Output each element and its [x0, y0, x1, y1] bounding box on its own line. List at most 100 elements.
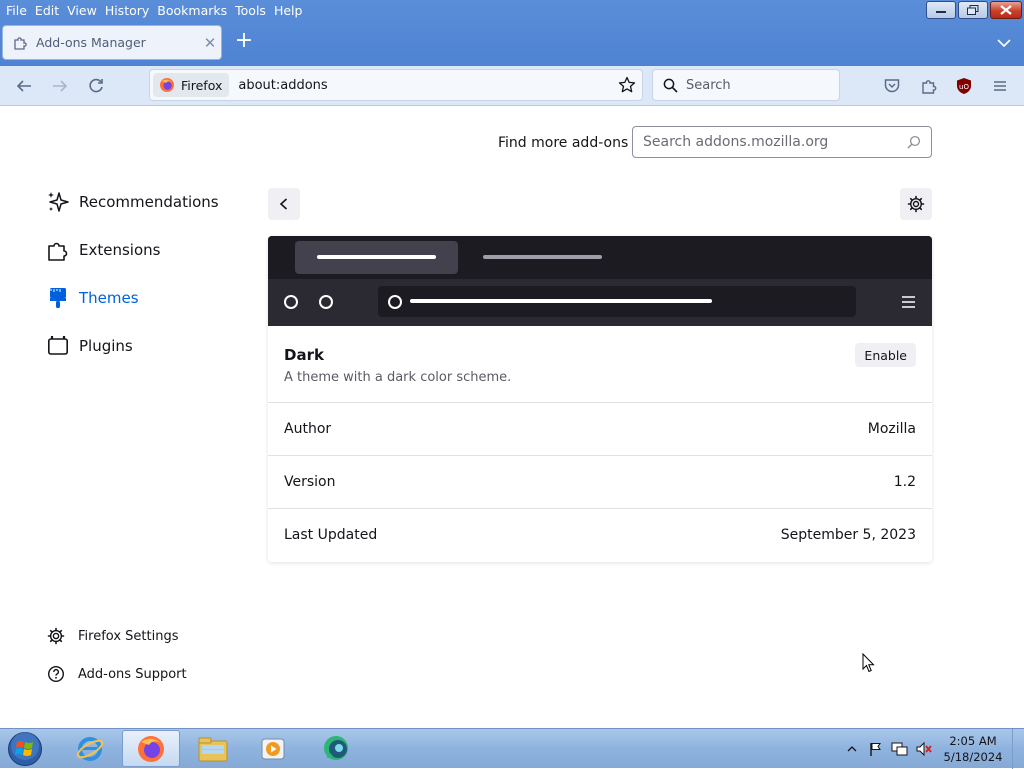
menu-file[interactable]: File [4, 3, 33, 18]
taskbar-file-explorer[interactable] [184, 730, 242, 767]
find-more-label: Find more add-ons [498, 135, 629, 151]
taskbar-clock[interactable]: 2:05 AM 5/18/2024 [940, 733, 1006, 765]
search-bar-placeholder: Search [686, 77, 731, 93]
action-center-flag-icon[interactable] [866, 739, 886, 759]
show-desktop-button[interactable] [1012, 729, 1024, 769]
detail-label: Author [284, 421, 332, 437]
category-label: Plugins [79, 337, 133, 355]
start-button[interactable] [5, 730, 45, 768]
close-button[interactable] [990, 1, 1022, 19]
bookmark-star-button[interactable] [612, 76, 642, 94]
puzzle-icon [46, 238, 70, 262]
search-bar[interactable]: Search [652, 69, 840, 101]
pocket-icon [884, 79, 900, 93]
reload-button[interactable] [83, 74, 109, 98]
amo-search-input[interactable]: Search addons.mozilla.org [632, 126, 932, 158]
menu-edit[interactable]: Edit [33, 3, 65, 18]
preview-tabstrip [268, 236, 932, 279]
tray-expand-icon[interactable] [842, 739, 862, 759]
pocket-button[interactable] [880, 74, 904, 98]
detail-row-author: Author Mozilla [268, 402, 932, 455]
mouse-cursor-icon [862, 653, 875, 673]
sparkle-icon [46, 190, 70, 214]
new-tab-button[interactable]: + [232, 30, 256, 54]
arrow-left-icon [16, 80, 31, 92]
identity-box[interactable]: Firefox [153, 73, 230, 97]
firefox-icon [138, 735, 164, 762]
addons-support-link[interactable]: Add-ons Support [47, 665, 187, 683]
star-icon [618, 76, 636, 93]
menu-history[interactable]: History [103, 3, 155, 18]
menu-bar: File Edit View History Bookmarks Tools H… [0, 0, 920, 20]
restore-button[interactable] [958, 1, 988, 19]
category-themes[interactable]: Themes [46, 286, 139, 310]
paintbrush-icon [46, 286, 70, 310]
restore-icon [967, 5, 979, 15]
preview-circle [319, 295, 333, 309]
url-bar[interactable]: Firefox about:addons [149, 69, 643, 101]
chevron-left-icon [279, 198, 288, 210]
window-controls [926, 1, 1022, 19]
category-recommendations[interactable]: Recommendations [46, 190, 219, 214]
forward-button[interactable] [47, 74, 73, 98]
chevron-down-icon [997, 39, 1011, 48]
hamburger-menu-icon [902, 296, 915, 308]
volume-muted-icon[interactable] [914, 739, 934, 759]
chat-app-icon [324, 735, 348, 760]
hamburger-menu-icon [994, 81, 1006, 91]
taskbar-media-player[interactable] [244, 730, 302, 767]
preview-url-line [410, 299, 712, 303]
file-explorer-icon [198, 737, 228, 761]
taskbar-internet-explorer[interactable] [61, 730, 119, 767]
taskbar-chat-app[interactable] [307, 730, 365, 767]
footer-link-label: Add-ons Support [78, 666, 187, 682]
url-text[interactable]: about:addons [238, 78, 612, 93]
footer-link-label: Firefox Settings [78, 628, 179, 644]
menu-help[interactable]: Help [272, 3, 309, 18]
taskbar-firefox[interactable] [122, 730, 180, 767]
detail-value: 1.2 [893, 474, 916, 490]
back-to-list-button[interactable] [268, 188, 300, 220]
addon-tools-button[interactable] [900, 188, 932, 220]
tab-list-button[interactable] [994, 33, 1014, 53]
menu-tools[interactable]: Tools [233, 3, 272, 18]
gear-icon [47, 627, 65, 645]
extensions-button[interactable] [917, 74, 941, 98]
detail-row-last-updated: Last Updated September 5, 2023 [268, 508, 932, 561]
back-button[interactable] [11, 74, 37, 98]
search-icon [663, 78, 678, 93]
category-label: Themes [79, 289, 139, 307]
theme-preview [268, 236, 932, 326]
tab-title: Add-ons Manager [36, 35, 146, 50]
firefox-icon [160, 78, 174, 92]
minimize-button[interactable] [926, 1, 956, 19]
plugin-icon [46, 334, 70, 358]
reload-icon [89, 78, 103, 93]
app-menu-button[interactable] [988, 74, 1012, 98]
menu-view[interactable]: View [65, 3, 103, 18]
identity-label: Firefox [181, 77, 223, 93]
network-icon[interactable] [890, 739, 910, 759]
theme-name: Dark [284, 346, 324, 364]
menu-bookmarks[interactable]: Bookmarks [155, 3, 233, 18]
clock-time: 2:05 AM [949, 734, 997, 748]
clock-date: 5/18/2024 [943, 750, 1003, 764]
enable-button[interactable]: Enable [855, 343, 916, 367]
ublock-shield-icon: uO [957, 78, 971, 94]
tab-close-icon[interactable]: ✕ [199, 34, 221, 52]
firefox-settings-link[interactable]: Firefox Settings [47, 627, 178, 645]
minimize-icon [936, 11, 946, 13]
amo-search-placeholder: Search addons.mozilla.org [643, 134, 829, 150]
preview-tab-line [317, 255, 436, 259]
windows-start-icon [8, 732, 42, 766]
theme-description: A theme with a dark color scheme. [284, 370, 512, 385]
detail-value: Mozilla [867, 421, 916, 437]
preview-toolbar [268, 279, 932, 326]
category-plugins[interactable]: Plugins [46, 334, 133, 358]
media-player-icon [261, 738, 285, 759]
ublock-origin-button[interactable]: uO [952, 74, 976, 98]
category-extensions[interactable]: Extensions [46, 238, 160, 262]
tab-addons-manager[interactable]: Add-ons Manager ✕ [2, 25, 222, 60]
addons-manager-page: Find more add-ons Search addons.mozilla.… [0, 107, 1024, 728]
search-icon [907, 135, 921, 149]
